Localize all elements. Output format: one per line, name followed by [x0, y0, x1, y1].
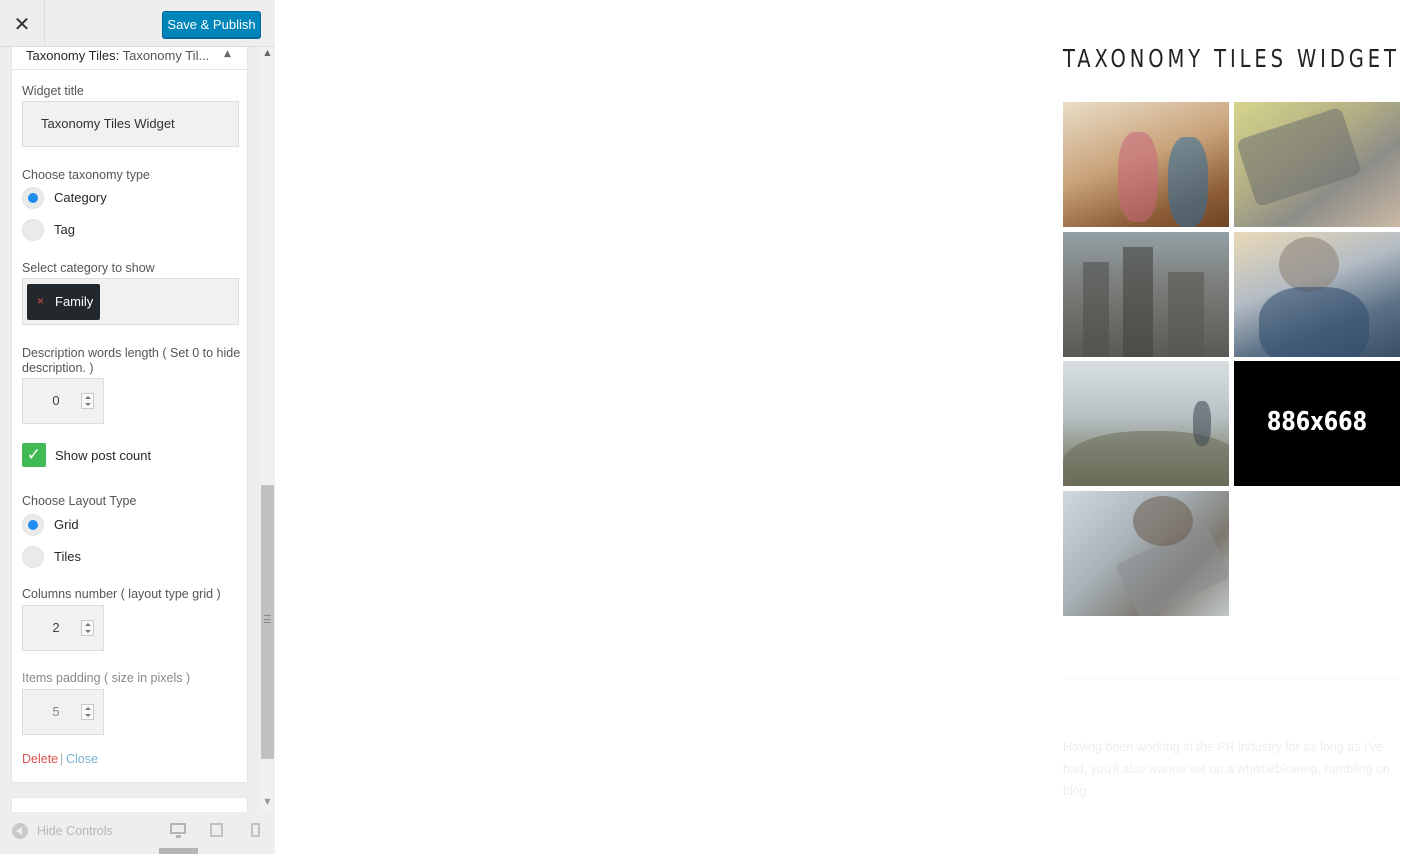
placeholder-dimensions-text: 886x668: [1266, 407, 1368, 437]
active-device-indicator: [159, 848, 198, 854]
category-select[interactable]: × Family: [22, 278, 239, 325]
items-padding-label: Items padding ( size in pixels ): [22, 671, 191, 685]
show-post-count-checkbox[interactable]: ✓: [22, 443, 46, 467]
radio-label: Grid: [54, 517, 79, 532]
number-value: 5: [52, 704, 60, 719]
mobile-preview-icon[interactable]: [251, 823, 260, 837]
selected-category-chip: × Family: [27, 284, 100, 320]
delete-widget-link[interactable]: Delete: [22, 752, 58, 766]
tile-man-phone-photo[interactable]: [1234, 232, 1400, 357]
widget-header[interactable]: Taxonomy Tiles: Taxonomy Til... ▲: [12, 47, 247, 70]
save-publish-button[interactable]: Save & Publish: [162, 11, 261, 38]
description-length-input[interactable]: 0: [22, 378, 104, 424]
widget-title-input[interactable]: Taxonomy Tiles Widget: [22, 101, 239, 147]
category-chip-label: Family: [55, 294, 94, 309]
widget-header-title: Taxonomy Tiles: Taxonomy Til...: [26, 48, 210, 63]
taxonomy-type-label: Choose taxonomy type: [22, 168, 150, 182]
sidebar-scrollbar[interactable]: ▲ ▼: [260, 47, 275, 812]
desktop-preview-icon[interactable]: [170, 823, 186, 838]
tile-hikers-photo[interactable]: [1063, 361, 1229, 486]
number-spinner[interactable]: [81, 393, 94, 409]
radio-button[interactable]: [22, 187, 44, 209]
tablet-preview-icon[interactable]: [210, 823, 223, 837]
category-select-label: Select category to show: [22, 261, 155, 275]
scroll-down-arrow-icon[interactable]: ▼: [263, 796, 272, 808]
hide-controls-icon[interactable]: [12, 823, 28, 839]
layout-type-label: Choose Layout Type: [22, 494, 137, 508]
columns-number-label: Columns number ( layout type grid ): [22, 587, 221, 601]
faded-divider: [1063, 678, 1399, 679]
scrollbar-thumb[interactable]: [261, 485, 274, 759]
link-separator: |: [60, 752, 64, 766]
radio-button[interactable]: [22, 514, 44, 536]
number-spinner[interactable]: [81, 704, 94, 720]
remove-tag-icon[interactable]: ×: [37, 294, 44, 308]
tile-placeholder[interactable]: 886x668: [1234, 361, 1400, 486]
widget-title-label: Widget title: [22, 84, 84, 98]
columns-number-input[interactable]: 2: [22, 605, 104, 651]
radio-label: Tiles: [54, 549, 81, 564]
collapse-arrow-icon[interactable]: ▲: [224, 49, 234, 59]
number-spinner[interactable]: [81, 620, 94, 636]
show-post-count-label: Show post count: [55, 448, 152, 463]
customizer-sidebar: ✕ Save & Publish Taxonomy Tiles: Taxonom…: [0, 0, 275, 854]
tile-family-photo[interactable]: [1063, 102, 1229, 227]
radio-label: Category: [54, 190, 107, 205]
radio-button[interactable]: [22, 219, 44, 241]
scroll-grip-icon: [264, 615, 271, 623]
description-length-label: Description words length ( Set 0 to hide…: [22, 346, 241, 375]
customizer-footer: Hide Controls: [0, 812, 275, 854]
items-padding-input[interactable]: 5: [22, 689, 104, 735]
preview-widget-title: TAXONOMY TILES WIDGET: [1063, 44, 1400, 73]
radio-button[interactable]: [22, 546, 44, 568]
controls-scroll-area: Taxonomy Tiles: Taxonomy Til... ▲ Widget…: [0, 47, 260, 812]
customizer-app: ✕ Save & Publish Taxonomy Tiles: Taxonom…: [0, 0, 1419, 854]
close-customizer-button[interactable]: ✕: [0, 0, 45, 47]
hide-controls-button[interactable]: Hide Controls: [37, 824, 113, 838]
number-value: 2: [52, 620, 60, 635]
radio-label: Tag: [54, 222, 75, 237]
close-widget-link[interactable]: Close: [66, 752, 98, 766]
widget-form: Taxonomy Tiles: Taxonomy Til... ▲ Widget…: [11, 47, 248, 783]
tile-laptop-photo[interactable]: [1234, 102, 1400, 227]
tile-city-photo[interactable]: [1063, 232, 1229, 357]
scroll-up-arrow-icon[interactable]: ▲: [263, 47, 272, 59]
faded-post-excerpt: Having been working in the PR industry f…: [1063, 740, 1390, 798]
customizer-header: ✕ Save & Publish: [0, 0, 275, 47]
number-value: 0: [52, 393, 60, 408]
next-widget-panel[interactable]: [11, 797, 248, 812]
tile-laptop-hands-photo[interactable]: [1063, 491, 1229, 616]
site-preview: TAXONOMY TILES WIDGET 886x668 Having bee…: [276, 0, 1419, 854]
